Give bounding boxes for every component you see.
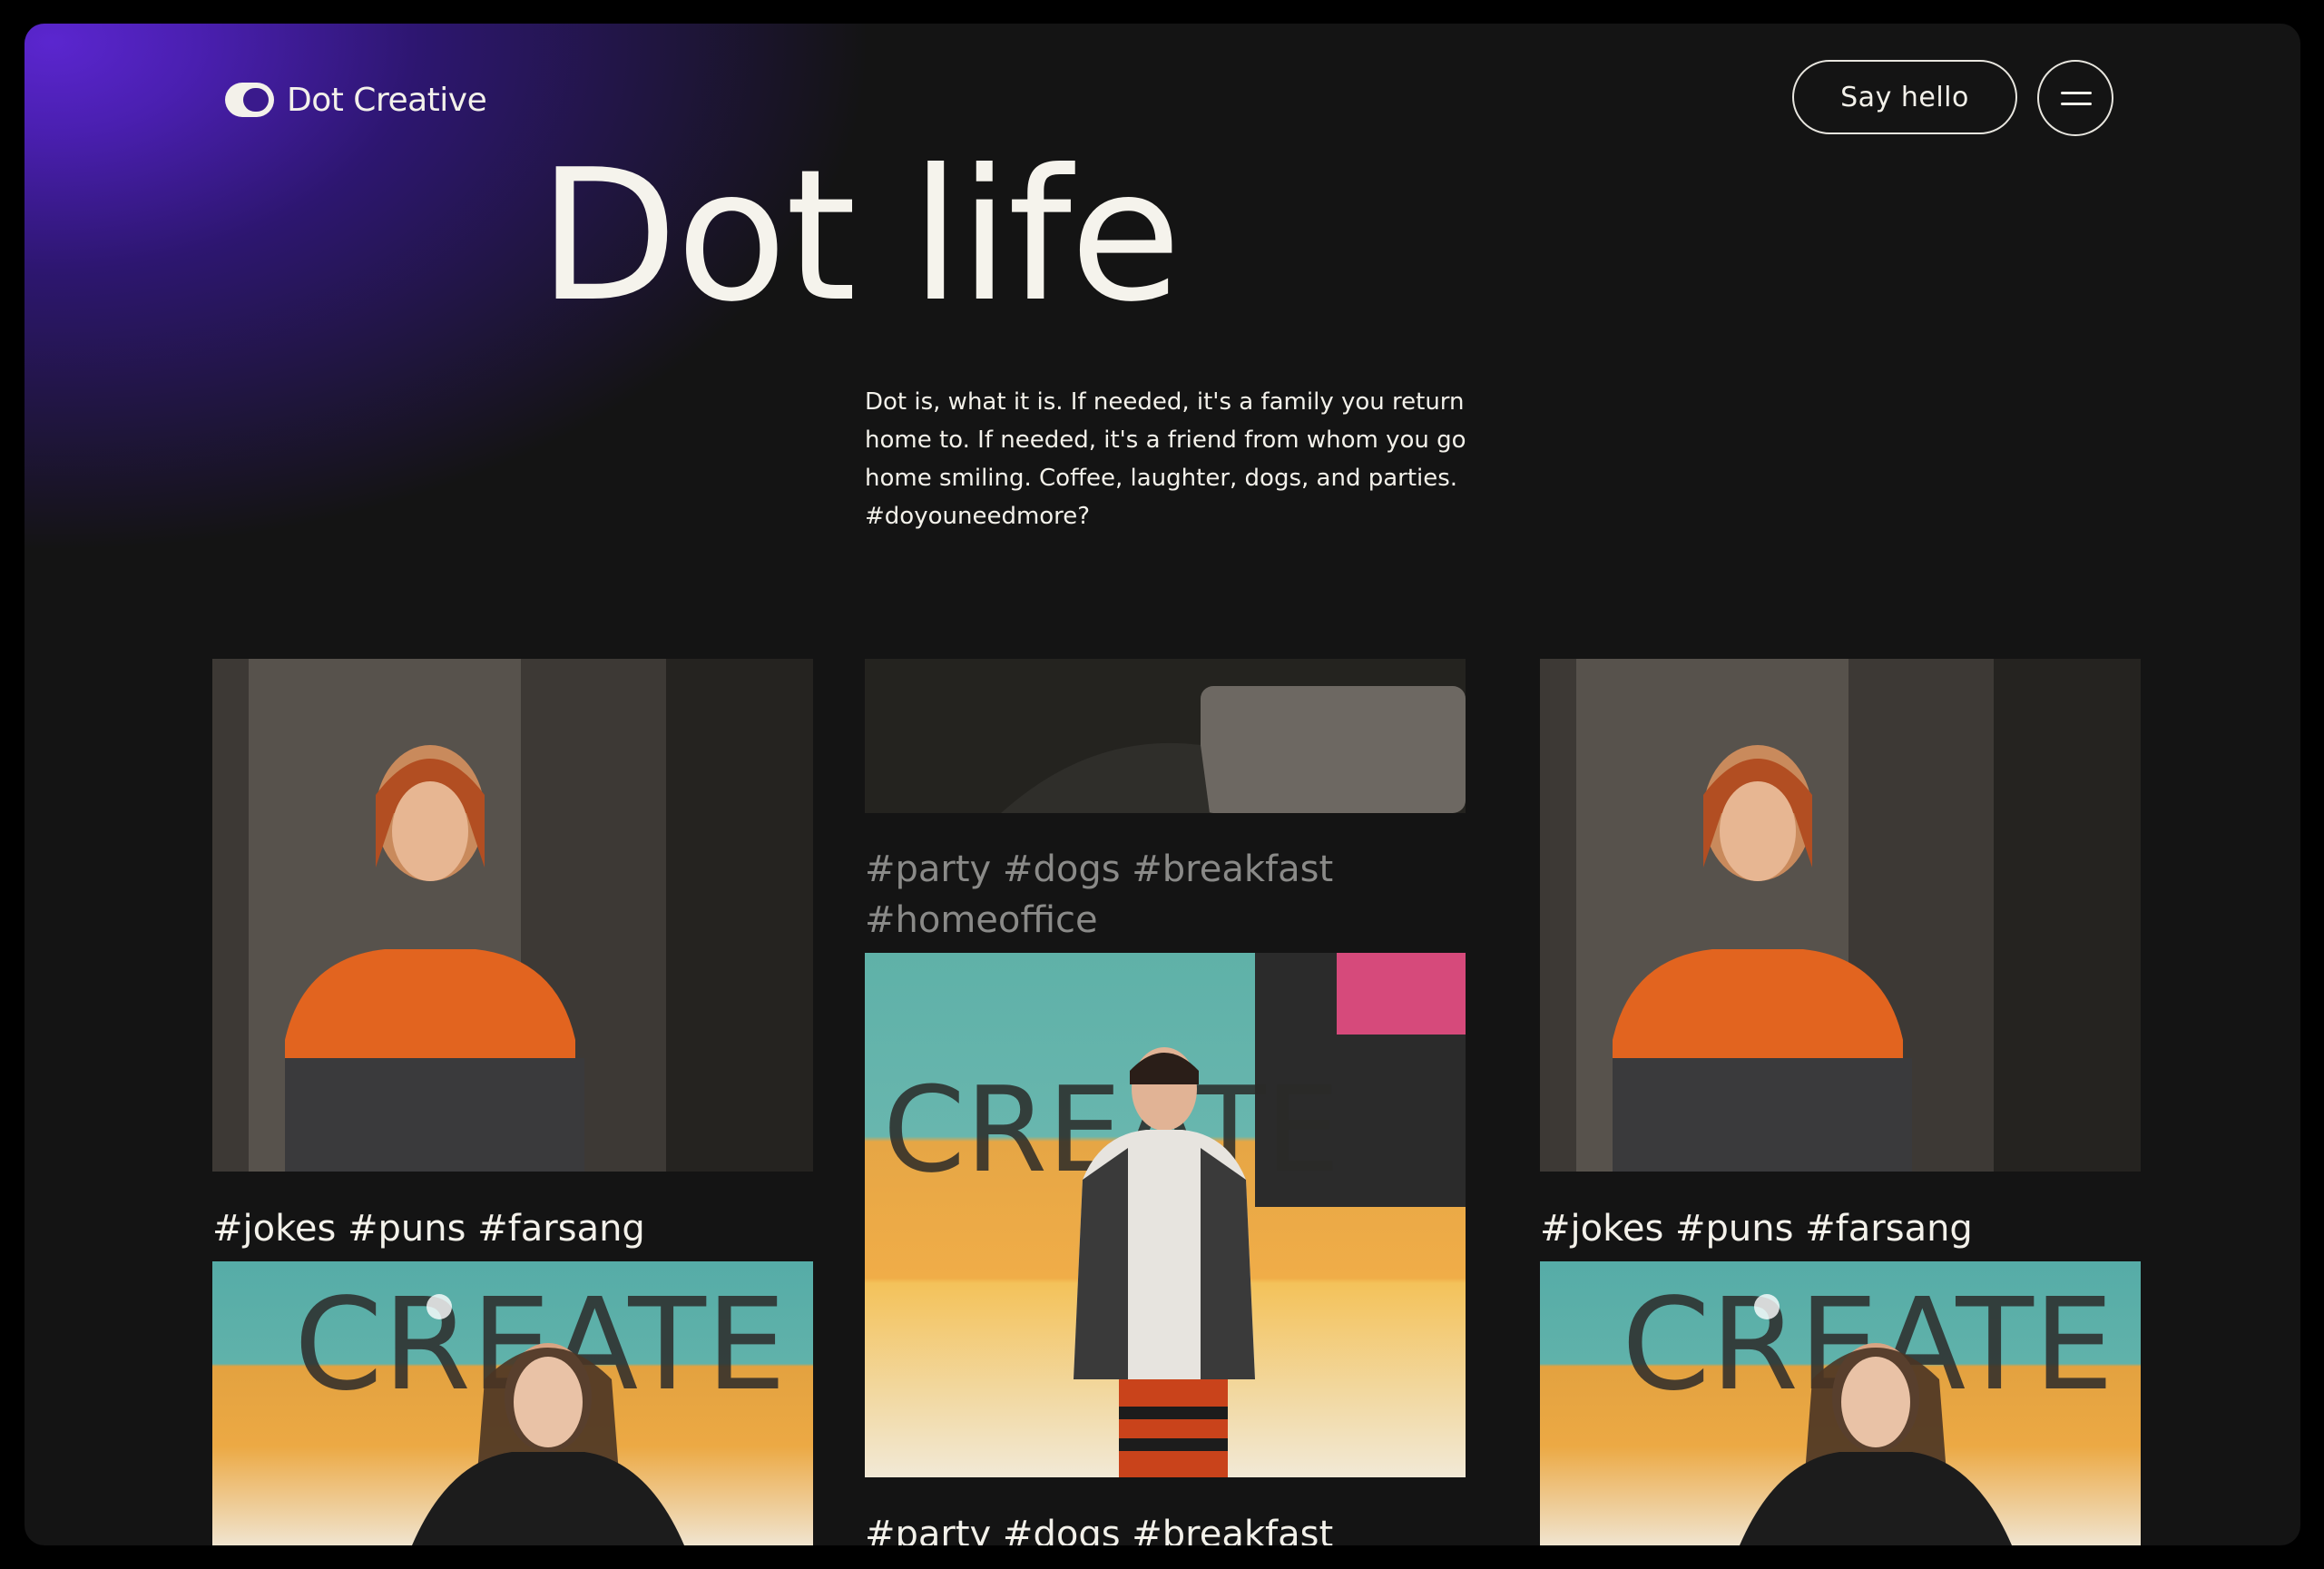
gallery-photo-laptop[interactable] (865, 659, 1466, 813)
say-hello-button[interactable]: Say hello (1792, 60, 2017, 134)
photo-illustration (212, 659, 813, 1172)
photo-illustration (865, 659, 1466, 813)
page-title: Dot life (538, 131, 1182, 342)
photo-tags: #jokes #puns #farsang (212, 1208, 645, 1250)
hamburger-menu-icon-line (2061, 103, 2092, 105)
logo-text: Dot Creative (287, 81, 487, 119)
photo-tags: #party #dogs #breakfast (865, 1514, 1334, 1545)
photo-illustration: CREATE (294, 1271, 786, 1545)
intro-text: Dot is, what it is. If needed, it's a fa… (865, 388, 1466, 530)
logo-link[interactable]: Dot Creative (225, 80, 487, 120)
dot-logo-icon (225, 83, 274, 117)
photo-tags: #jokes #puns #farsang (1540, 1208, 1973, 1250)
gallery-photo-wand-woman[interactable]: CREATE (212, 1261, 813, 1545)
gallery-photo-office-woman[interactable] (1540, 659, 2141, 1172)
gallery-photo-wand-woman[interactable]: CREATE (1540, 1261, 2141, 1545)
photo-illustration (1540, 659, 2141, 1172)
hamburger-menu-icon (2061, 92, 2092, 94)
page: Dot Creative Say hello Dot life Dot is, … (25, 24, 2300, 1545)
photo-illustration: CREATE (1622, 1271, 2113, 1545)
device-frame: Dot Creative Say hello Dot life Dot is, … (0, 0, 2324, 1569)
gallery-photo-office-woman[interactable] (212, 659, 813, 1172)
menu-button[interactable] (2037, 60, 2113, 136)
photo-tags: #party #dogs #breakfast #homeoffice (865, 848, 1334, 941)
gallery-photo-man-shirt[interactable]: CREATE (865, 953, 1466, 1477)
photo-illustration: CREATE (883, 953, 1466, 1477)
